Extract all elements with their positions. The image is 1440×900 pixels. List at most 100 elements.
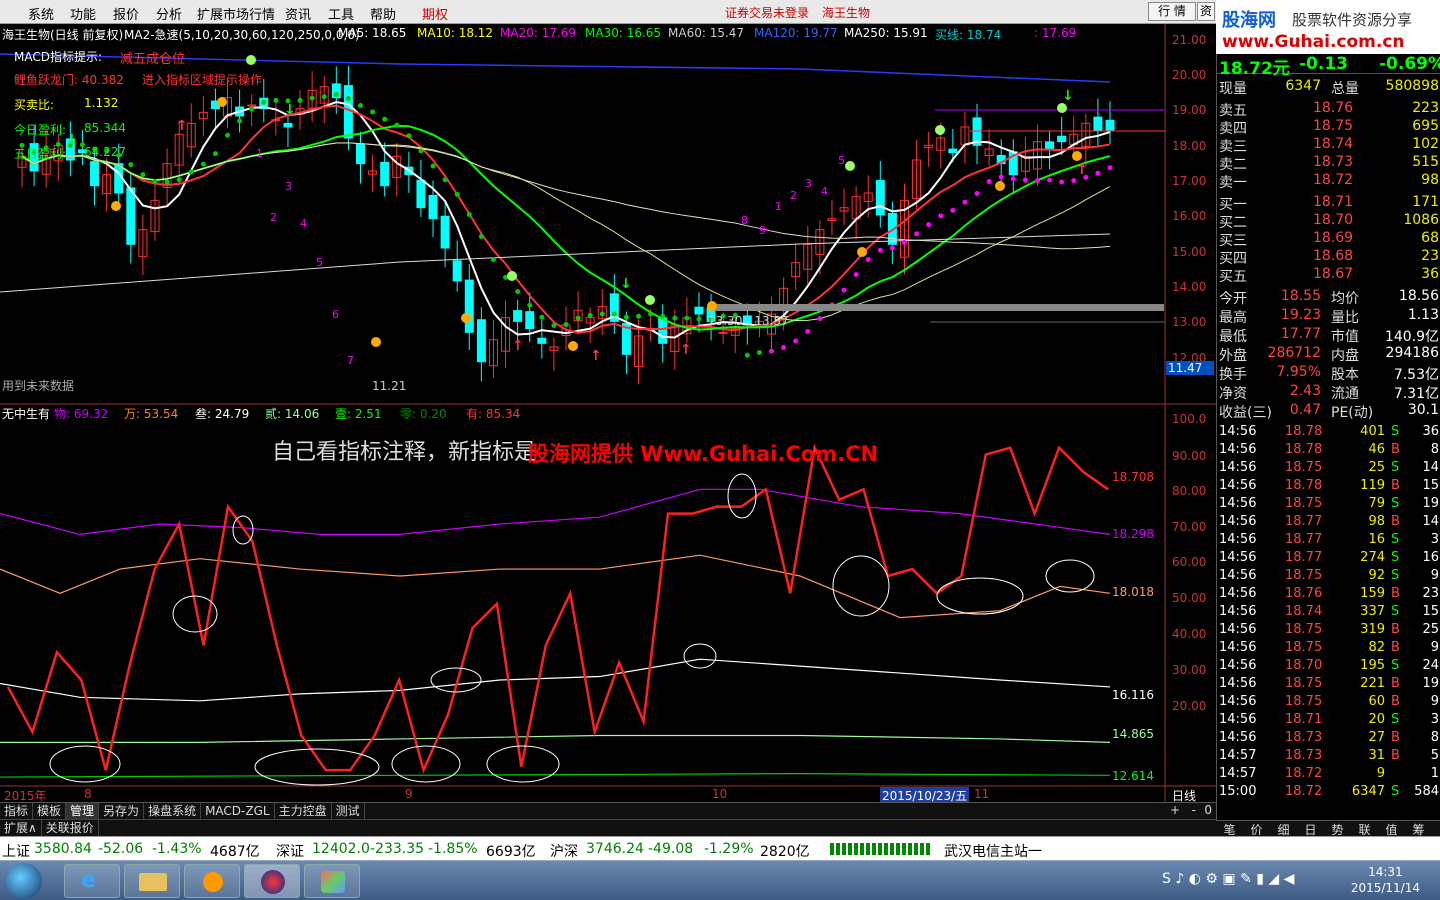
- trail-dot: [212, 151, 218, 157]
- trail-dot: [478, 234, 484, 240]
- hs-index-value: 3746.24: [586, 841, 644, 857]
- tab-macd-zgl[interactable]: MACD-ZGL: [201, 803, 275, 819]
- trail-dot: [998, 174, 1004, 180]
- ask-row: 卖二 18.73 515: [1219, 154, 1439, 173]
- clock-time: 14:31: [1368, 865, 1403, 879]
- tab-manage[interactable]: 管理: [66, 803, 100, 819]
- trail-dot: [297, 97, 303, 103]
- tab-trading-system[interactable]: 操盘系统: [144, 803, 202, 819]
- chart-area[interactable]: 1 2 3 4 5 6 7 8 9 1 2 3 4 5 ↓ ↓ ↓ ↓ ↑ ↑ ↑ ↑ ↑ 海王生物(日线 前复权) MA2…: [0, 24, 1216, 804]
- highlight-circle: [683, 643, 717, 669]
- trail-dot: [865, 256, 871, 262]
- trail-dot: [1010, 176, 1016, 182]
- trail-dot: [575, 315, 581, 321]
- trail-dot: [140, 172, 146, 178]
- tray-icons[interactable]: S ♪ ◐ ⚙ ▣ ✎ ▮ ◢ ◀: [1162, 871, 1294, 887]
- trail-dot: [382, 116, 388, 122]
- marker-dot-icon: [995, 181, 1005, 191]
- total-volume: 580898: [1385, 78, 1439, 94]
- start-button-icon[interactable]: [6, 863, 42, 899]
- candle-body: [525, 311, 535, 330]
- price-change: -0.13: [1299, 54, 1348, 74]
- trail-dot: [237, 118, 243, 124]
- menu-news[interactable]: 资讯: [285, 4, 311, 23]
- menu-extended-market[interactable]: 扩展市场行情: [197, 4, 275, 23]
- tick-row: 14:56 18.75 221 B 19: [1219, 676, 1439, 691]
- system-clock[interactable]: 14:31 2015/11/14: [1351, 864, 1420, 896]
- brand-banner: 股海网 股票软件资源分享 www.Guhai.com.cn: [1216, 0, 1440, 54]
- marker-dot-icon: [507, 271, 517, 281]
- line-value: 14.865: [1112, 727, 1154, 741]
- sub-wu: 物: 69.32: [54, 407, 109, 421]
- candle-body: [948, 148, 958, 154]
- trail-dot: [249, 106, 255, 112]
- minus-button[interactable]: -: [1192, 803, 1196, 817]
- candle-body: [694, 306, 704, 315]
- ie-browser-icon[interactable]: e: [64, 864, 120, 898]
- server-name[interactable]: 武汉电信主站一: [944, 841, 1042, 861]
- wave-number: 1: [256, 147, 263, 160]
- sh-index-label: 上证: [2, 844, 30, 860]
- tab-test[interactable]: 测试: [332, 803, 365, 819]
- brand-slogan: 股票软件资源分享: [1292, 11, 1413, 29]
- tick-row: 14:56 18.78 46 B 8: [1219, 442, 1439, 457]
- wave-number: 7: [347, 354, 354, 367]
- trail-dot: [1047, 177, 1053, 183]
- menu-function[interactable]: 功能: [70, 4, 96, 23]
- trail-dot: [1022, 177, 1028, 183]
- carp-label: 鲤鱼跃龙门: 40.382: [14, 73, 124, 87]
- tab-main-control[interactable]: 主力控盘: [275, 803, 332, 819]
- trail-dot: [672, 315, 678, 321]
- tab-indicator[interactable]: 指标: [0, 803, 34, 819]
- highlight-circle: [254, 748, 380, 786]
- trail-dot: [406, 133, 412, 139]
- trail-dot: [370, 109, 376, 115]
- stock-app-icon[interactable]: [244, 864, 300, 898]
- chart-canvas[interactable]: 12345678912345↓↓↓↓↑↑↑ ↑↑: [0, 24, 1216, 802]
- menu-tools[interactable]: 工具: [328, 4, 354, 23]
- brand-url: www.Guhai.com.cn: [1222, 32, 1405, 52]
- tick-row: 14:56 18.75 319 B 25: [1219, 622, 1439, 637]
- ask-row: 卖一 18.72 98: [1219, 172, 1439, 191]
- stat-row: 今开 18.55 均价 18.56: [1219, 288, 1439, 307]
- plus-button[interactable]: +: [1170, 803, 1180, 817]
- ratio-label: 买卖比:: [14, 98, 55, 112]
- candle-body: [380, 161, 390, 187]
- stock-title: 海王生物: [822, 6, 871, 20]
- signal-arrow-icon: ↑: [512, 338, 524, 354]
- tab-extend[interactable]: 扩展∧: [0, 820, 42, 836]
- menu-help[interactable]: 帮助: [370, 4, 396, 23]
- stat-row: 换手 7.95% 股本 7.53亿: [1219, 364, 1439, 383]
- y-tick: 15.00: [1172, 245, 1207, 259]
- x-month-label: 8: [84, 787, 92, 801]
- tab-save-as[interactable]: 另存为: [99, 803, 145, 819]
- login-warning: 证券交易未登录: [725, 6, 810, 20]
- indicator-plot[interactable]: [0, 443, 1111, 786]
- paint-app-icon[interactable]: [304, 864, 360, 898]
- hs-index-amount: 2820亿: [760, 844, 810, 860]
- menu-analysis[interactable]: 分析: [156, 4, 182, 23]
- tab-related-quote[interactable]: 关联报价: [42, 820, 99, 836]
- y-tick: 18.00: [1172, 139, 1207, 153]
- tick-row: 14:57 18.72 9 1: [1219, 766, 1439, 781]
- explorer-folder-icon[interactable]: [124, 864, 180, 898]
- hs-index-change: -49.08: [648, 841, 694, 857]
- chart-stock-title: 海王生物(日线 前复权): [2, 28, 124, 42]
- tick-row: 14:56 18.75 79 S 19: [1219, 496, 1439, 511]
- menu-system[interactable]: 系统: [28, 4, 54, 23]
- trail-dot: [756, 350, 762, 355]
- quote-button[interactable]: 行 情: [1148, 2, 1196, 21]
- brand-logo: 股海网: [1222, 10, 1276, 31]
- zero-button[interactable]: 0: [1204, 803, 1212, 817]
- menu-quote[interactable]: 报价: [113, 4, 139, 23]
- wave-number: 9: [759, 224, 766, 237]
- media-player-icon[interactable]: [184, 864, 240, 898]
- right-tab-bar: 笔价细日势联值筹: [1216, 820, 1440, 837]
- price-plot[interactable]: 12345678912345↓↓↓↓↑↑↑ ↑↑: [0, 53, 1165, 384]
- trail-dot: [648, 311, 654, 317]
- wave-number: 2: [790, 189, 797, 202]
- green-band-line: [0, 772, 1111, 778]
- tab-template[interactable]: 模板: [33, 803, 67, 819]
- trade-button[interactable]: 资: [1197, 2, 1215, 21]
- menu-options[interactable]: 期权: [422, 4, 448, 23]
